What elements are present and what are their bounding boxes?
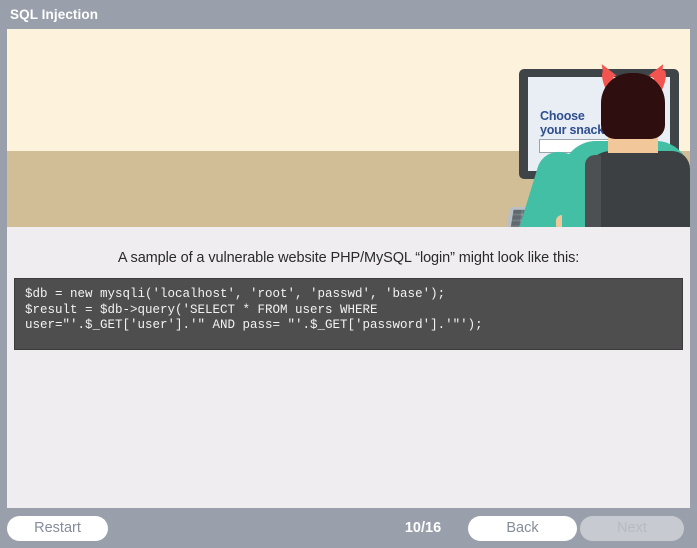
next-button[interactable]: Next xyxy=(580,516,684,541)
person-backpack-strap-icon xyxy=(585,155,601,227)
title-bar: SQL Injection xyxy=(0,0,697,29)
application-window: SQL Injection Choose your snack: Select xyxy=(0,0,697,548)
person-hair-icon xyxy=(601,73,665,139)
content-card: Choose your snack: Select A sample of a … xyxy=(7,29,690,508)
back-button[interactable]: Back xyxy=(468,516,577,541)
code-line-3: user="'.$_GET['user'].'" AND pass= "'.$_… xyxy=(25,318,483,332)
code-line-1: $db = new mysqli('localhost', 'root', 'p… xyxy=(25,287,446,301)
code-line-2: $result = $db->query('SELECT * FROM user… xyxy=(25,302,378,317)
lesson-paragraph: A sample of a vulnerable website PHP/MyS… xyxy=(117,250,580,266)
restart-button[interactable]: Restart xyxy=(7,516,108,541)
page-counter: 10/16 xyxy=(404,520,442,536)
hacker-at-computer-illustration: Choose your snack: Select xyxy=(7,29,690,227)
window-title: SQL Injection xyxy=(10,7,99,22)
footer-toolbar: Restart 10/16 Back Next xyxy=(0,508,697,548)
code-sample-block: $db = new mysqli('localhost', 'root', 'p… xyxy=(14,278,683,350)
